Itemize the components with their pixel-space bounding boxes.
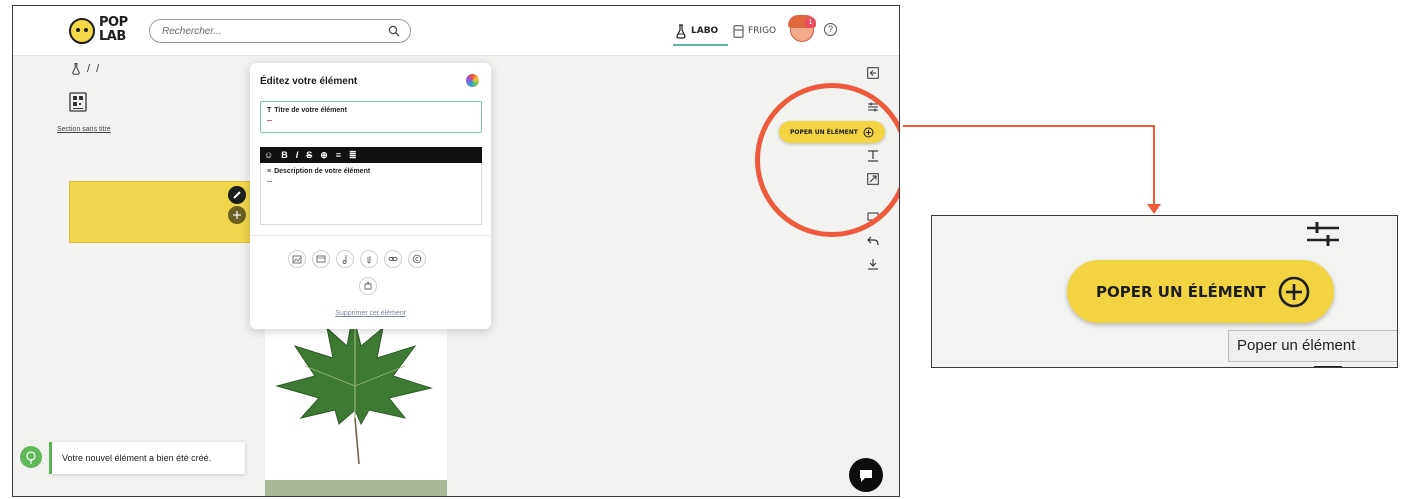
chat-button[interactable] [849,458,883,492]
title-field-label: T Titre de votre élément [267,107,347,114]
paperclip-icon [367,256,371,264]
plus-circle-icon [1278,276,1310,307]
element-description-field[interactable]: ≡ Description de votre élément [260,163,482,225]
add-image-button[interactable] [288,250,306,268]
poplab-logo[interactable]: POP LAB [69,14,149,48]
nav-frigo[interactable]: FRIGO [733,16,776,46]
add-attachment-button[interactable] [360,250,378,268]
sliders-icon [1307,222,1339,246]
text-cursor [267,181,272,182]
text-format-toolbar: ☺ B I S ⊕ ≡ ≣ [260,147,482,163]
media-type-row-2 [359,277,377,295]
strikethrough-button[interactable]: S [306,147,312,163]
add-link-button[interactable] [384,250,402,268]
top-bar: POP LAB LABO [13,6,899,56]
text-cursor [267,120,272,121]
section-qr-icon[interactable] [69,92,87,112]
breadcrumb-separator: / [87,62,91,75]
nav-frigo-label: FRIGO [748,26,777,36]
poper-element-label-zoomed: POPER UN ÉLÉMENT [1096,282,1266,301]
leaf-image-card[interactable] [265,306,447,496]
section-link[interactable]: Section sans titre [57,126,111,133]
color-wheel-icon[interactable] [466,74,479,87]
poper-element-button-zoomed[interactable]: POPER UN ÉLÉMENT [1067,260,1334,323]
emoji-icon[interactable]: ☺ [264,147,273,163]
flask-icon[interactable] [71,62,81,75]
highlight-circle [755,83,899,237]
toast-message: Votre nouvel élément a bien été créé. [52,442,245,474]
description-field-label: ≡ Description de votre élément [267,168,370,175]
numbered-list-button[interactable]: ≣ [349,147,357,163]
tooltip: Poper un élément [1228,330,1397,362]
screenshot-root: POP LAB LABO [0,0,1407,499]
add-puzzle-button[interactable] [359,277,377,295]
connector-line [1153,125,1155,205]
puzzle-icon [364,281,372,290]
connector-line [903,125,1155,127]
italic-button[interactable]: I [296,147,299,163]
link-icon [388,257,398,261]
bold-button[interactable]: B [281,147,288,163]
paragraph-icon: ≡ [267,168,272,175]
maple-leaf-image [275,313,433,465]
undo-icon[interactable] [866,234,880,248]
text-type-icon: T [267,107,272,114]
toast-status-icon [20,446,42,468]
user-avatar[interactable]: 1 [788,15,822,45]
add-video-button[interactable] [312,250,330,268]
logo-line-2: LAB [99,29,126,44]
copyright-icon [412,254,422,264]
logo-wordmark: POP LAB [99,16,128,44]
chat-bubble-icon [860,470,872,482]
film-icon [316,255,326,263]
zoom-detail-frame: POPER UN ÉLÉMENT Poper un élément [931,215,1398,368]
move-icon [233,211,241,219]
active-tab-underline [673,44,728,46]
search-input[interactable] [162,23,372,39]
move-element-button[interactable] [228,206,246,224]
music-note-icon [342,255,347,264]
flask-icon [676,24,686,39]
card-footer-strip [265,480,447,496]
fridge-icon [733,24,744,38]
edit-element-button[interactable] [228,186,246,204]
link-button[interactable]: ⊕ [320,147,328,163]
pencil-icon [233,191,241,199]
image-icon [292,255,302,264]
help-icon[interactable]: ? [824,23,837,36]
app-window: POP LAB LABO [12,5,900,497]
nav-labo[interactable]: LABO [675,16,718,46]
logo-line-1: POP [99,15,128,30]
delete-element-link[interactable]: Supprimer cet élément [250,310,491,317]
title-field-label-text: Titre de votre élément [274,107,347,114]
search-icon[interactable] [388,25,400,37]
collapse-panel-icon[interactable] [866,66,880,80]
search-box [149,19,411,43]
panel-title: Éditez votre élément [260,76,358,87]
breadcrumb-separator: / [96,62,100,75]
nav-labo-label: LABO [691,26,719,36]
connector-arrowhead [1147,204,1161,214]
download-icon[interactable] [866,257,880,271]
description-field-label-text: Description de votre élément [274,168,371,175]
logo-face-icon [69,18,95,44]
notification-badge: 1 [805,17,816,28]
element-title-field[interactable]: T Titre de votre élément [260,101,482,133]
add-copyright-button[interactable] [408,250,426,268]
bullet-list-button[interactable]: ≡ [336,147,341,163]
panel-divider [250,235,491,236]
breadcrumb: / / [71,62,99,75]
edit-element-panel: Éditez votre élément T Titre de votre él… [250,63,491,329]
add-audio-button[interactable] [336,250,354,268]
media-type-row [288,250,426,268]
text-tool-icon-partial [1314,366,1342,367]
